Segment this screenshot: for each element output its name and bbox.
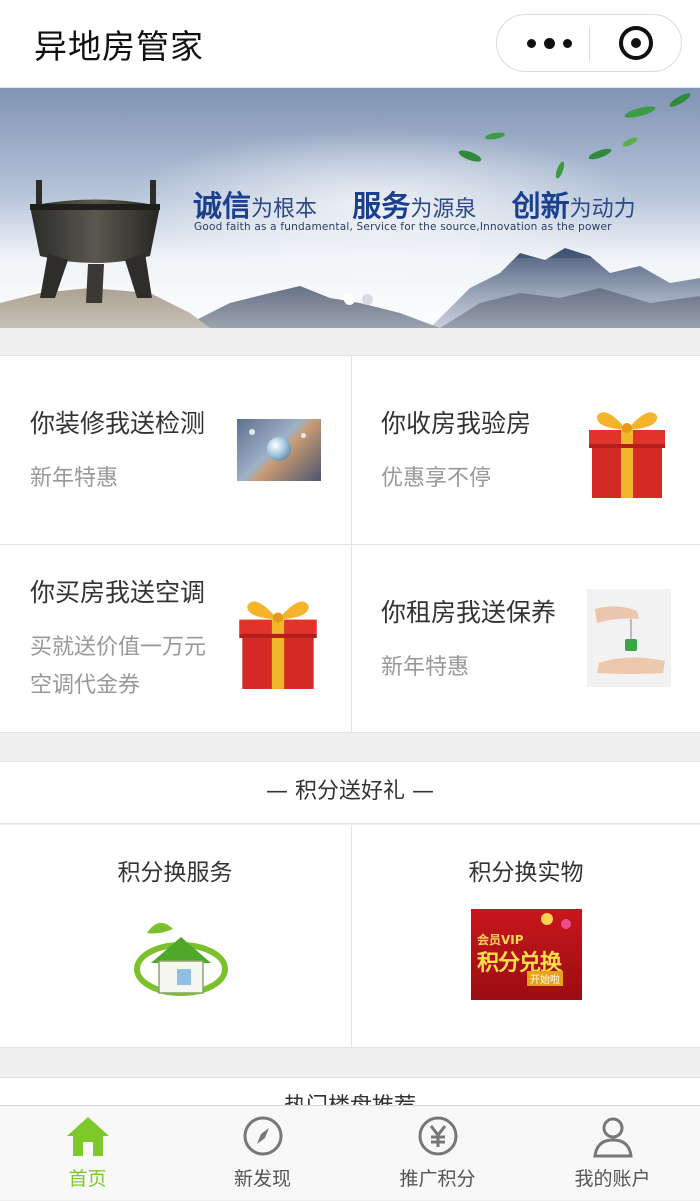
points-grid: 积分换服务 积分换实物 会员VIP 积分兑换 开始啦	[0, 825, 700, 1048]
app-title: 异地房管家	[34, 27, 204, 66]
water-droplet-image	[237, 419, 321, 481]
banner-slogan-english: Good faith as a fundamental, Service for…	[194, 221, 612, 233]
tab-label: 首页	[68, 1168, 107, 1190]
promo-house-inspection[interactable]: 你收房我验房 优惠享不停	[351, 356, 700, 544]
tab-label: 新发现	[233, 1168, 291, 1190]
mini-program-capsule	[496, 14, 682, 72]
compass-icon	[243, 1116, 283, 1156]
tab-label: 推广积分	[399, 1168, 476, 1190]
promo-title: 你收房我验房	[381, 409, 532, 438]
more-dots-icon[interactable]	[523, 29, 579, 57]
promo-subtitle: 新年特惠	[30, 466, 119, 491]
tab-label: 我的账户	[574, 1168, 651, 1190]
home-icon	[67, 1117, 109, 1156]
carousel-dot[interactable]	[362, 294, 373, 305]
yen-coin-icon	[418, 1116, 458, 1156]
promo-title: 你装修我送检测	[30, 409, 206, 438]
bottom-tab-bar: 首页 新发现 推广积分 我的账户	[0, 1105, 700, 1200]
capsule-divider	[589, 27, 590, 61]
top-navigation-bar: 异地房管家	[0, 0, 700, 88]
promo-renovation-inspection[interactable]: 你装修我送检测 新年特惠	[0, 356, 350, 544]
gift-box-icon	[239, 601, 317, 689]
points-section-heading: — 积分送好礼 —	[0, 761, 700, 824]
points-item-title: 积分换服务	[117, 860, 233, 886]
promo-aircon-gift[interactable]: 你买房我送空调 买就送价值一万元 空调代金券	[0, 545, 350, 733]
banner-slogan: 诚信为根本 服务为源泉 创新为动力	[193, 189, 636, 223]
vip-exchange-poster: 会员VIP 积分兑换 开始啦	[471, 909, 582, 1000]
target-close-icon[interactable]	[619, 26, 653, 60]
promo-subtitle: 空调代金券	[30, 673, 141, 698]
points-exchange-service[interactable]: 积分换服务	[0, 825, 350, 1047]
promo-title: 你租房我送保养	[381, 598, 557, 627]
user-icon	[593, 1117, 633, 1158]
hero-banner[interactable]: 诚信为根本 服务为源泉 创新为动力 Good faith as a fundam…	[0, 88, 700, 328]
promo-title: 你买房我送空调	[30, 578, 206, 607]
promo-subtitle: 新年特惠	[381, 655, 470, 680]
tab-home[interactable]: 首页	[0, 1106, 175, 1201]
gift-box-icon	[589, 412, 665, 498]
promo-subtitle: 买就送价值一万元	[30, 635, 207, 660]
tab-promotion-points[interactable]: 推广积分	[350, 1106, 525, 1201]
points-exchange-goods[interactable]: 积分换实物 会员VIP 积分兑换 开始啦	[351, 825, 700, 1047]
promo-grid: 你装修我送检测 新年特惠 你收房我验房 优惠享不停 你买房我送空调 买就送价值一…	[0, 355, 700, 733]
promo-rental-maintenance[interactable]: 你租房我送保养 新年特惠	[351, 545, 700, 733]
promo-subtitle: 优惠享不停	[381, 466, 492, 491]
tab-discover[interactable]: 新发现	[175, 1106, 350, 1201]
carousel-dot-active[interactable]	[344, 294, 355, 305]
points-item-title: 积分换实物	[468, 860, 584, 886]
tab-my-account[interactable]: 我的账户	[525, 1106, 700, 1201]
key-handover-image	[587, 589, 671, 687]
green-house-icon	[134, 922, 228, 996]
